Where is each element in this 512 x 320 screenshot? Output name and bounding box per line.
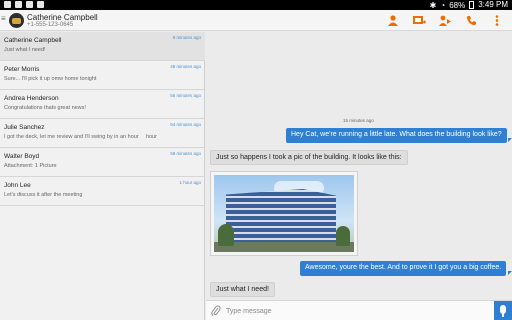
contact-name: Catherine Campbell [27, 13, 98, 22]
conversation-preview: Let's discuss it after the meeting [4, 192, 83, 198]
voice-input-button[interactable] [494, 301, 512, 320]
conversation-item[interactable]: Walter Boyd 59 minutes ago Attachment: 1… [0, 148, 205, 177]
battery-level: 68% [449, 0, 466, 10]
compose-bar [206, 300, 512, 320]
contact-avatar[interactable] [9, 13, 24, 28]
conversation-preview: Attachment: 1 Picture [4, 163, 57, 169]
drawer-menu-icon[interactable]: ≡ [1, 15, 6, 23]
incoming-message[interactable]: Just what I need! [210, 282, 275, 297]
incoming-message[interactable]: Just so happens I took a pic of the buil… [210, 150, 408, 165]
download-notification-icon [26, 1, 33, 8]
conversation-time: 8 minutes ago [172, 35, 201, 40]
conversation-name: John Lee [4, 182, 31, 189]
conversation-item[interactable]: Julie Sanchez 54 minutes ago I got the d… [0, 119, 205, 148]
conversation-preview: Just what I need! [4, 47, 46, 53]
conversation-item[interactable]: Peter Morris 48 minutes ago Sure... I'll… [0, 61, 205, 90]
conversation-name: Andrea Henderson [4, 95, 59, 102]
conversation-preview: I got the deck, let me review and I'll s… [4, 134, 139, 140]
message-tail [508, 271, 512, 275]
battery-icon [469, 1, 475, 9]
conversation-name: Catherine Campbell [4, 37, 62, 44]
conversation-preview: Congratulations thats great news! [4, 105, 86, 111]
add-attachment-icon[interactable] [412, 14, 426, 27]
message-photo[interactable] [210, 171, 358, 256]
outgoing-message[interactable]: Awesome, youre the best. And to prove it… [300, 261, 507, 276]
conversation-name: Peter Morris [4, 66, 40, 73]
action-bar: ≡ Catherine Campbell +1-555-123-0645 [0, 10, 512, 31]
building-photo [214, 175, 354, 252]
conversation-time: 56 minutes ago [170, 93, 201, 98]
paperclip-icon[interactable] [210, 305, 222, 317]
conversation-list: Catherine Campbell 8 minutes ago Just wh… [0, 32, 205, 320]
message-input[interactable] [226, 304, 488, 318]
bluetooth-icon: ✱ [429, 0, 437, 10]
conversation-preview-overflow: hour [146, 134, 158, 140]
conversation-item[interactable]: Andrea Henderson 56 minutes ago Congratu… [0, 90, 205, 119]
microphone-icon [500, 305, 506, 314]
message-tail [508, 138, 512, 142]
contact-card-icon[interactable] [386, 14, 400, 27]
forward-icon[interactable] [438, 14, 452, 27]
outgoing-message[interactable]: Hey Cat, we're running a little late. Wh… [286, 128, 507, 143]
message-thread: 15 minutes ago Hey Cat, we're running a … [206, 32, 512, 300]
conversation-time: 1 hour ago [179, 180, 201, 185]
conversation-time: 54 minutes ago [170, 122, 201, 127]
message-timestamp: 15 minutes ago [343, 118, 374, 123]
conversation-time: 48 minutes ago [170, 64, 201, 69]
conversation-name: Julie Sanchez [4, 124, 45, 131]
play-notification-icon [37, 1, 44, 8]
conversation-item[interactable]: Catherine Campbell 8 minutes ago Just wh… [0, 32, 205, 61]
app-notification-icon [15, 1, 22, 8]
phone-icon[interactable] [464, 14, 478, 27]
conversation-preview: Sure... I'll pick it up omw home tonight [4, 76, 97, 82]
message-notification-icon [4, 1, 11, 8]
conversation-item[interactable]: John Lee 1 hour ago Let's discuss it aft… [0, 177, 205, 206]
status-bar: ✱ ◔ 68% 3:49 PM [0, 0, 512, 10]
conversation-time: 59 minutes ago [170, 151, 201, 156]
conversation-name: Walter Boyd [4, 153, 40, 160]
wifi-icon: ◔ [440, 0, 446, 10]
overflow-menu-icon[interactable] [490, 14, 504, 27]
contact-phone: +1-555-123-0645 [27, 22, 74, 28]
clock: 3:49 PM [478, 0, 508, 9]
